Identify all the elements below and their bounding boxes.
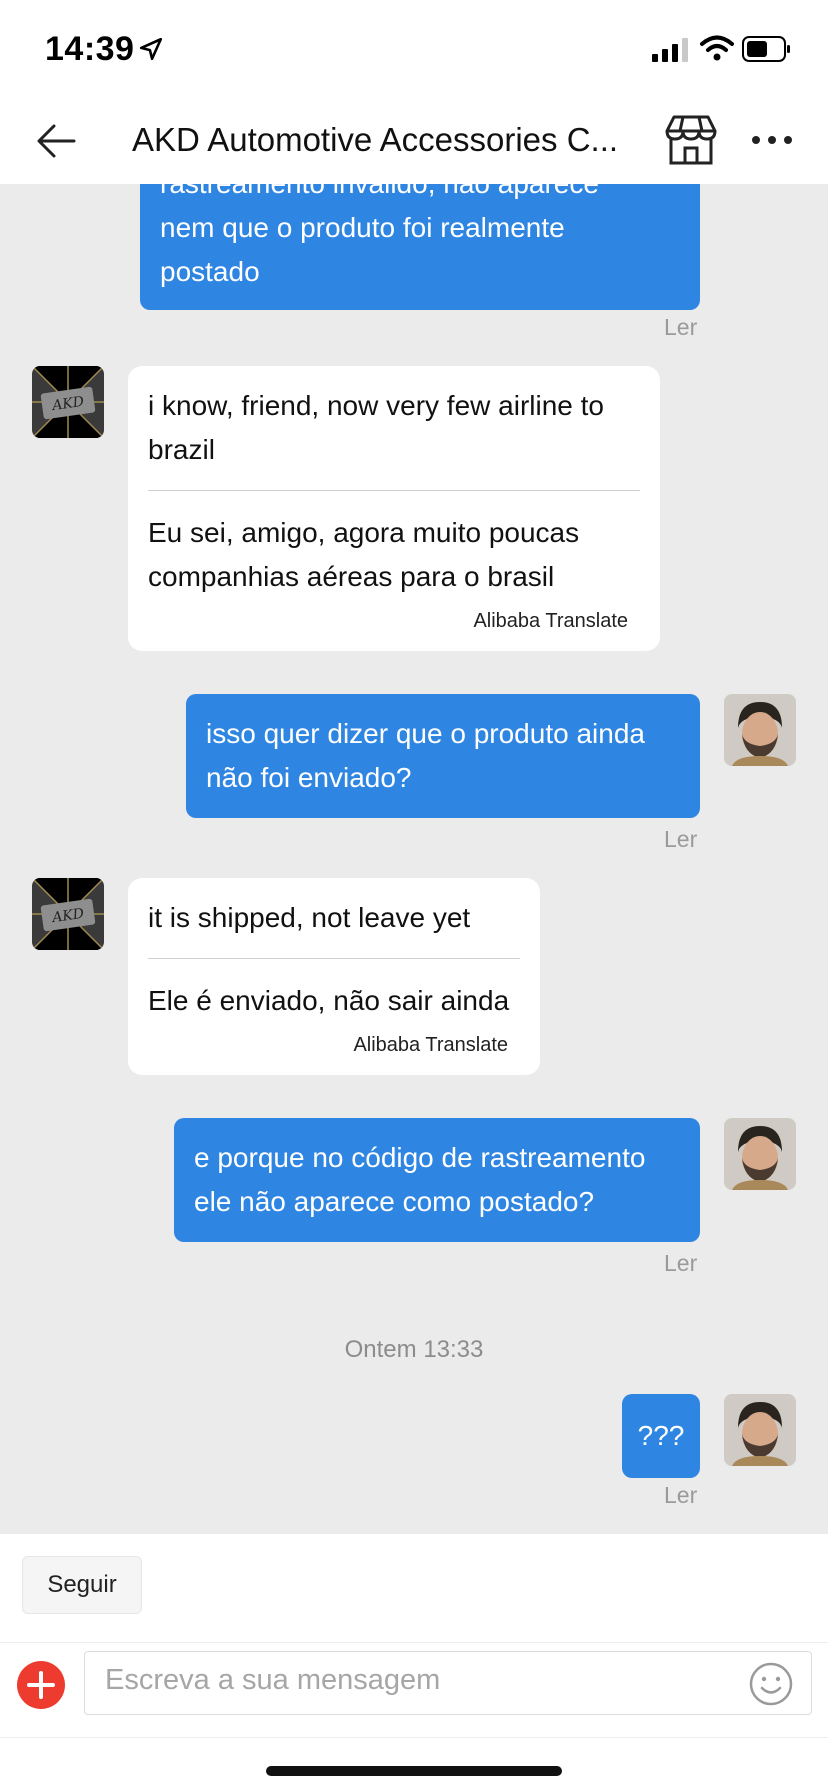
message-line: nem que o produto foi realmente <box>160 212 565 243</box>
read-status: Ler <box>664 314 698 340</box>
message-input-placeholder: Escreva a sua mensagem <box>105 1664 441 1696</box>
message-text: isso quer dizer que o produto ainda não … <box>206 718 645 793</box>
outgoing-message[interactable]: rastreamento inválido, não aparece nem q… <box>140 184 700 310</box>
user-photo-icon <box>724 1394 796 1466</box>
translation-divider <box>148 958 520 959</box>
outgoing-message[interactable]: e porque no código de rastreamento ele n… <box>174 1118 700 1242</box>
incoming-message[interactable]: i know, friend, now very few airline to … <box>128 366 660 651</box>
status-time: 14:39 <box>45 30 135 68</box>
message-text: e porque no código de rastreamento ele n… <box>194 1142 646 1217</box>
user-avatar[interactable] <box>724 694 796 766</box>
plus-icon <box>27 1671 55 1699</box>
original-text: i know, friend, now very few airline to … <box>148 390 604 465</box>
seller-avatar[interactable]: AKD <box>32 878 104 950</box>
translated-text: Eu sei, amigo, agora muito poucas compan… <box>148 517 580 592</box>
follow-button[interactable]: Seguir <box>22 1556 142 1614</box>
seller-avatar[interactable]: AKD <box>32 366 104 438</box>
chat-header: AKD Automotive Accessories C... <box>0 100 828 184</box>
composer-area: Seguir Escreva a sua mensagem <box>0 1534 828 1792</box>
message-input[interactable]: Escreva a sua mensagem <box>84 1651 812 1715</box>
chat-title: AKD Automotive Accessories C... <box>132 121 619 158</box>
translation-source: Alibaba Translate <box>473 610 628 632</box>
outgoing-message[interactable]: ??? <box>622 1394 700 1478</box>
emoji-icon[interactable] <box>749 1662 793 1706</box>
translation-divider <box>148 490 640 491</box>
add-attachment-button[interactable] <box>17 1661 65 1709</box>
chat-message-list[interactable]: rastreamento inválido, não aparece nem q… <box>0 184 828 1534</box>
original-text: it is shipped, not leave yet <box>148 902 471 933</box>
message-line: rastreamento inválido, não aparece <box>160 184 680 206</box>
wifi-icon <box>700 35 734 61</box>
read-status: Ler <box>664 1482 698 1508</box>
message-input-row: Escreva a sua mensagem <box>0 1642 828 1738</box>
battery-icon <box>742 36 790 62</box>
cellular-signal-icon <box>652 38 688 62</box>
user-photo-icon <box>724 1118 796 1190</box>
home-indicator <box>266 1766 562 1776</box>
date-separator: Ontem 13:33 <box>344 1336 484 1363</box>
store-icon[interactable] <box>664 114 718 166</box>
message-text: ??? <box>637 1420 685 1451</box>
user-avatar[interactable] <box>724 1118 796 1190</box>
status-bar: 14:39 <box>0 0 828 100</box>
more-options-icon[interactable] <box>748 126 796 154</box>
back-arrow-icon[interactable] <box>34 118 80 164</box>
seller-logo-icon: AKD <box>32 366 104 438</box>
read-status: Ler <box>664 826 698 852</box>
message-line: postado <box>160 256 260 287</box>
user-photo-icon <box>724 694 796 766</box>
read-status: Ler <box>664 1250 698 1276</box>
location-arrow-icon <box>139 37 163 61</box>
translated-text: Ele é enviado, não sair ainda <box>148 985 510 1016</box>
seller-logo-icon: AKD <box>32 878 104 950</box>
incoming-message[interactable]: it is shipped, not leave yet Ele é envia… <box>128 878 540 1075</box>
translation-source: Alibaba Translate <box>353 1034 508 1056</box>
user-avatar[interactable] <box>724 1394 796 1466</box>
outgoing-message[interactable]: isso quer dizer que o produto ainda não … <box>186 694 700 818</box>
